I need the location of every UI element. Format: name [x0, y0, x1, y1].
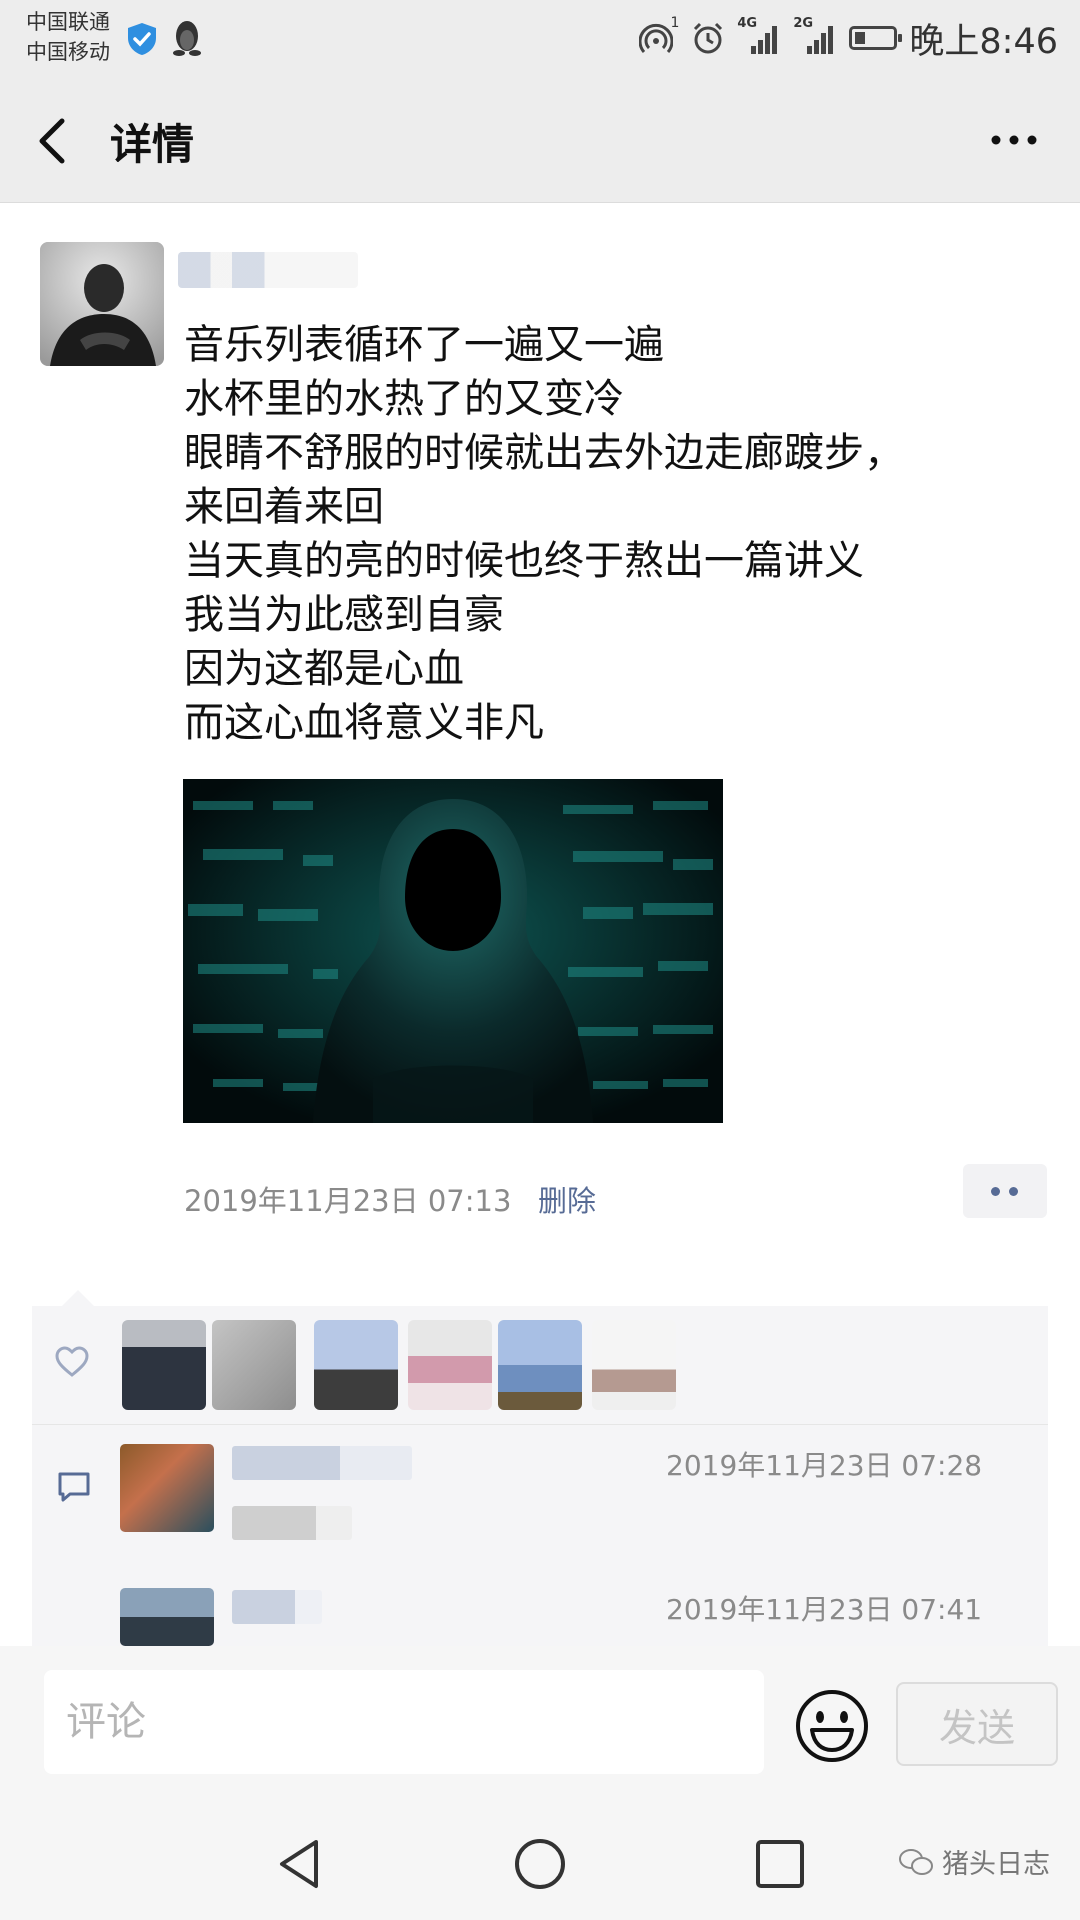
comment-input-bar: 发送 [0, 1646, 1080, 1806]
qq-penguin-icon [173, 21, 201, 56]
delete-link[interactable]: 删除 [538, 1178, 596, 1220]
comment-input[interactable] [44, 1670, 764, 1774]
system-nav-bar: 猪头日志 [0, 1806, 1080, 1920]
emoji-icon[interactable] [794, 1688, 870, 1764]
top-nav-bar: 详情 [0, 75, 1080, 203]
dot-icon [991, 1187, 1000, 1196]
more-options-icon[interactable] [984, 123, 1044, 157]
post-line: 来回着来回 [184, 484, 384, 530]
liker-avatar[interactable] [212, 1320, 296, 1410]
wechat-logo-icon [899, 1848, 933, 1875]
dot-icon [1009, 1187, 1018, 1196]
post-action-button[interactable] [963, 1164, 1047, 1218]
liker-avatar[interactable] [592, 1320, 676, 1410]
status-bar: 中国联通 中国移动 1 4G 2G 晚上8:46 [0, 0, 1080, 75]
comment-content-blurred [232, 1506, 352, 1540]
carrier-2: 中国移动 [26, 40, 110, 64]
post-line: 当天真的亮的时候也终于熬出一篇讲义 [184, 538, 864, 584]
liker-avatar[interactable] [498, 1320, 582, 1410]
author-name-blurred[interactable] [178, 252, 358, 288]
post-line: 我当为此感到自豪 [184, 592, 504, 638]
page-title: 详情 [110, 120, 195, 169]
post-line: 音乐列表循环了一遍又一遍 [184, 322, 664, 368]
comment-bubble-icon [58, 1472, 90, 1502]
watermark: 猪头日志 [898, 1842, 1050, 1881]
post-line: 而这心血将意义非凡 [184, 700, 544, 746]
post-line: 眼睛不舒服的时候就出去外边走廊踱步， [184, 430, 904, 476]
battery-icon [849, 26, 903, 50]
liker-avatar[interactable] [314, 1320, 398, 1410]
signal-2g-icon: 2G [793, 16, 837, 56]
post-line: 水杯里的水热了的又变冷 [184, 376, 624, 422]
commenter-name-blurred[interactable] [232, 1590, 322, 1624]
post-line: 因为这都是心血 [184, 646, 464, 692]
author-avatar[interactable] [40, 242, 164, 366]
shield-icon [128, 23, 156, 55]
send-button[interactable]: 发送 [896, 1682, 1058, 1766]
liker-avatar[interactable] [408, 1320, 492, 1410]
nav-home-circle-icon[interactable] [510, 1836, 570, 1892]
alarm-icon [694, 22, 723, 54]
commenter-avatar[interactable] [120, 1444, 214, 1532]
signal-4g-icon: 4G [737, 16, 781, 56]
heart-icon [55, 1346, 89, 1377]
commenter-avatar[interactable] [120, 1588, 214, 1646]
nav-recents-square-icon[interactable] [750, 1836, 810, 1892]
back-arrow-icon[interactable] [30, 113, 80, 169]
status-icons: 1 4G 2G 晚上8:46 [638, 14, 1058, 62]
nav-back-triangle-icon[interactable] [270, 1836, 330, 1892]
watermark-text: 猪头日志 [942, 1849, 1050, 1880]
comment-timestamp: 2019年11月23日 07:28 [666, 1449, 983, 1482]
post-image[interactable] [183, 779, 723, 1123]
liker-avatar[interactable] [122, 1320, 206, 1410]
likes-row [32, 1306, 1048, 1425]
clock-time: 晚上8:46 [909, 21, 1058, 62]
comment-timestamp: 2019年11月23日 07:41 [666, 1593, 983, 1626]
post-text: 音乐列表循环了一遍又一遍 水杯里的水热了的又变冷 眼睛不舒服的时候就出去外边走廊… [184, 318, 1024, 750]
commenter-name-blurred[interactable] [232, 1446, 412, 1480]
post-timestamp: 2019年11月23日 07:13 [184, 1184, 512, 1218]
carrier-1: 中国联通 [26, 10, 110, 34]
likes-comments-panel: 2019年11月23日 07:28 2019年11月23日 07:41 [32, 1290, 1048, 1646]
hotspot-icon: 1 [638, 15, 679, 55]
